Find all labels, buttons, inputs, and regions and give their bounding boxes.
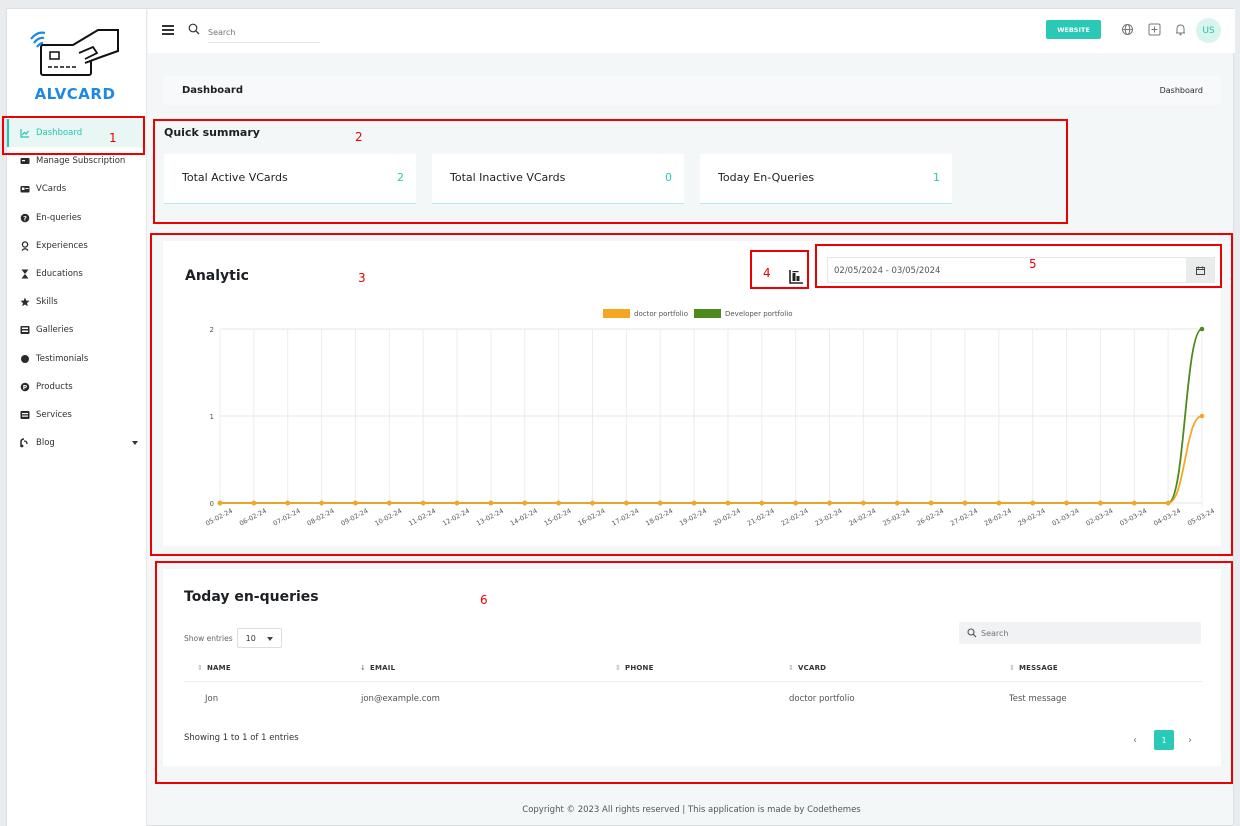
sidebar-item-label: Services <box>36 409 72 420</box>
topbar: WEBSITE US <box>148 9 1235 53</box>
sidebar-item-testimonials[interactable]: Testimonials <box>7 345 147 373</box>
annotation-number: 6 <box>480 593 488 607</box>
annotation-box-6 <box>155 561 1233 784</box>
annotation-number: 2 <box>355 130 363 144</box>
sidebar-item-label: En-queries <box>36 212 82 223</box>
annotation-number: 1 <box>109 131 117 145</box>
annotation-box-2 <box>153 119 1068 224</box>
sidebar-item-educations[interactable]: Educations <box>7 260 147 288</box>
star-icon <box>20 297 30 307</box>
annotation-box-1 <box>2 116 145 155</box>
hamburger-menu-icon[interactable] <box>162 25 174 35</box>
hourglass-icon <box>20 269 30 279</box>
annotation-number: 5 <box>1029 257 1037 271</box>
sidebar-item-label: Testimonials <box>36 353 89 364</box>
globe-icon[interactable] <box>1121 23 1134 36</box>
brand-name: ALVCARD <box>34 85 116 103</box>
breadcrumb-item[interactable]: Dashboard <box>1160 86 1203 95</box>
gallery-icon <box>20 325 30 335</box>
annotation-box-5 <box>815 244 1222 288</box>
annotation-box-4 <box>750 250 809 289</box>
page-title: Dashboard <box>182 85 243 96</box>
testimonial-icon <box>20 354 30 364</box>
sidebar-item-label: Manage Subscription <box>36 156 126 167</box>
sidebar-nav: Dashboard Manage Subscription VCards ? E… <box>7 119 147 457</box>
search-icon <box>188 23 200 35</box>
blog-icon <box>20 438 30 448</box>
sidebar-item-label: Skills <box>36 297 58 308</box>
sidebar-item-blog[interactable]: Blog <box>7 429 147 457</box>
sidebar-item-experiences[interactable]: Experiences <box>7 232 147 260</box>
subscription-icon <box>20 156 30 166</box>
sidebar-item-enqueries[interactable]: ? En-queries <box>7 204 147 232</box>
website-button[interactable]: WEBSITE <box>1046 20 1101 39</box>
logo[interactable]: ALVCARD <box>23 25 123 105</box>
sidebar-item-skills[interactable]: Skills <box>7 288 147 316</box>
sidebar-item-label: Galleries <box>36 325 74 336</box>
sidebar-item-galleries[interactable]: Galleries <box>7 316 147 344</box>
sidebar-item-label: VCards <box>36 184 67 195</box>
vcard-icon <box>20 184 30 194</box>
breadcrumb: Dashboard Dashboard <box>163 76 1221 105</box>
annotation-number: 3 <box>358 271 366 285</box>
svg-text:P: P <box>23 384 28 391</box>
annotation-number: 4 <box>763 266 771 280</box>
services-icon <box>20 410 30 420</box>
sidebar-item-label: Educations <box>36 269 83 280</box>
sidebar-item-services[interactable]: Services <box>7 401 147 429</box>
sidebar-item-products[interactable]: P Products <box>7 373 147 401</box>
footer: Copyright © 2023 All rights reserved | T… <box>522 805 861 815</box>
search-input[interactable] <box>208 23 320 43</box>
product-icon: P <box>20 382 30 392</box>
sidebar-item-label: Blog <box>36 438 55 449</box>
chevron-down-icon[interactable] <box>132 441 138 446</box>
question-icon: ? <box>20 213 30 223</box>
svg-text:?: ? <box>23 214 27 222</box>
sidebar-item-label: Products <box>36 381 73 392</box>
avatar[interactable]: US <box>1196 18 1221 43</box>
experience-icon <box>20 241 30 251</box>
bell-icon[interactable] <box>1174 23 1187 36</box>
add-box-icon[interactable] <box>1148 23 1161 36</box>
sidebar-item-vcards[interactable]: VCards <box>7 175 147 203</box>
sidebar-item-label: Experiences <box>36 240 88 251</box>
